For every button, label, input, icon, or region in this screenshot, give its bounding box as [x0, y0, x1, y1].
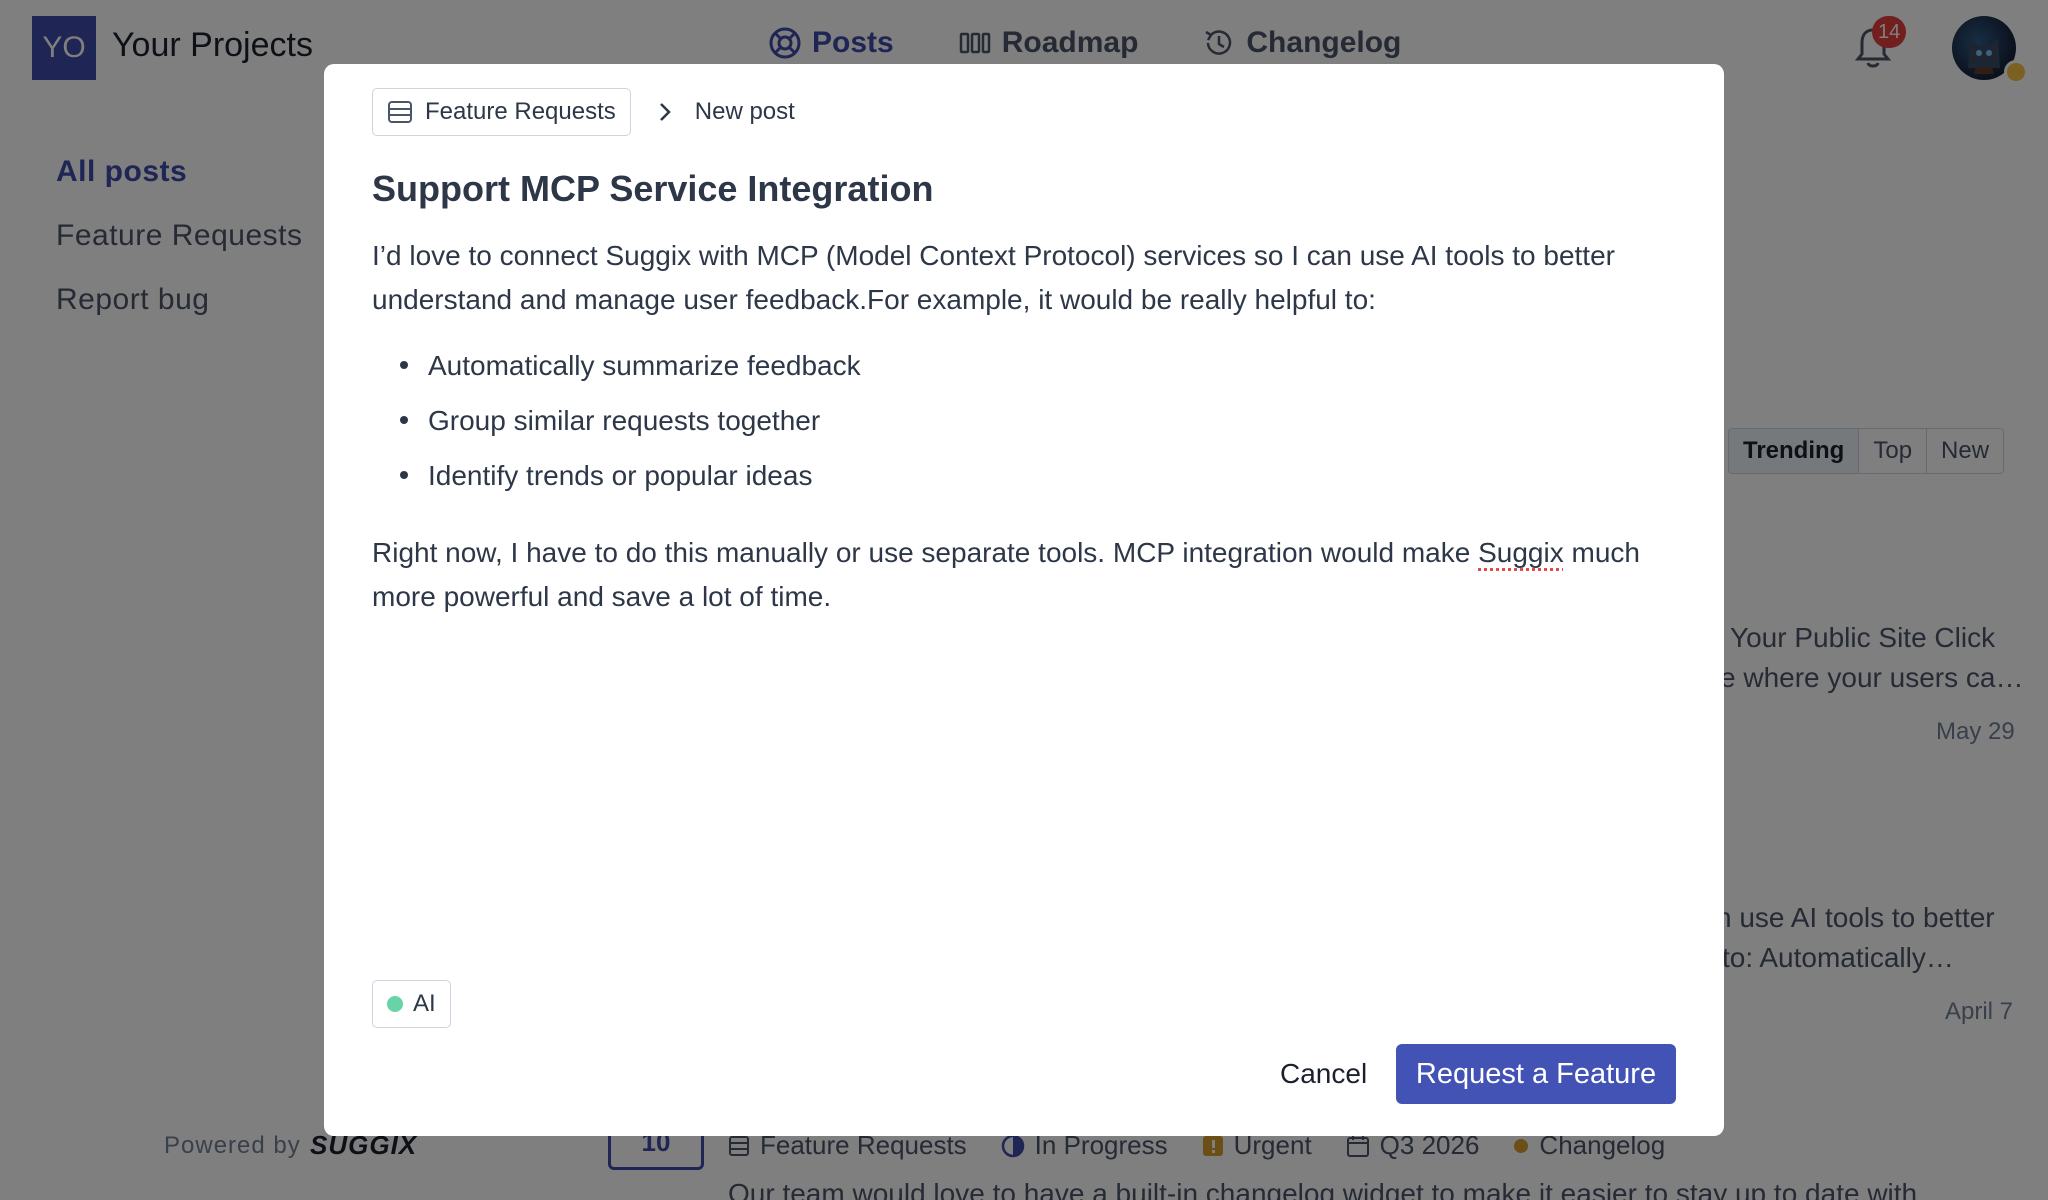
cancel-button[interactable]: Cancel — [1268, 1044, 1379, 1104]
breadcrumb: Feature Requests New post — [372, 88, 795, 136]
post-closing-end: much — [1564, 537, 1640, 568]
post-title-input[interactable]: Support MCP Service Integration — [372, 168, 933, 210]
misspelled-word[interactable]: Suggix — [1478, 537, 1564, 568]
tag-color-dot — [387, 996, 403, 1012]
post-body-editor[interactable]: I’d love to connect Suggix with MCP (Mod… — [372, 234, 1682, 641]
post-intro-line1: I’d love to connect Suggix with MCP (Mod… — [372, 240, 1615, 271]
chevron-right-icon — [657, 100, 673, 124]
board-icon — [387, 99, 413, 125]
post-intro-line2: understand and manage user feedback.For … — [372, 284, 1376, 315]
tag-chip-ai[interactable]: AI — [372, 980, 451, 1028]
post-closing-line2: more powerful and save a lot of time. — [372, 581, 831, 612]
tag-label: AI — [413, 990, 436, 1018]
post-closing-start: Right now, I have to do this manually or… — [372, 537, 1478, 568]
board-selector[interactable]: Feature Requests — [372, 88, 631, 136]
new-post-modal: Feature Requests New post Support MCP Se… — [324, 64, 1724, 1136]
board-selector-label: Feature Requests — [425, 98, 616, 126]
post-closing: Right now, I have to do this manually or… — [372, 531, 1682, 619]
bullet-list: Automatically summarize feedback Group s… — [372, 332, 1682, 509]
breadcrumb-current: New post — [695, 98, 795, 126]
request-feature-button[interactable]: Request a Feature — [1396, 1044, 1676, 1104]
list-item: Identify trends or popular ideas — [428, 442, 1682, 509]
post-intro: I’d love to connect Suggix with MCP (Mod… — [372, 234, 1682, 322]
